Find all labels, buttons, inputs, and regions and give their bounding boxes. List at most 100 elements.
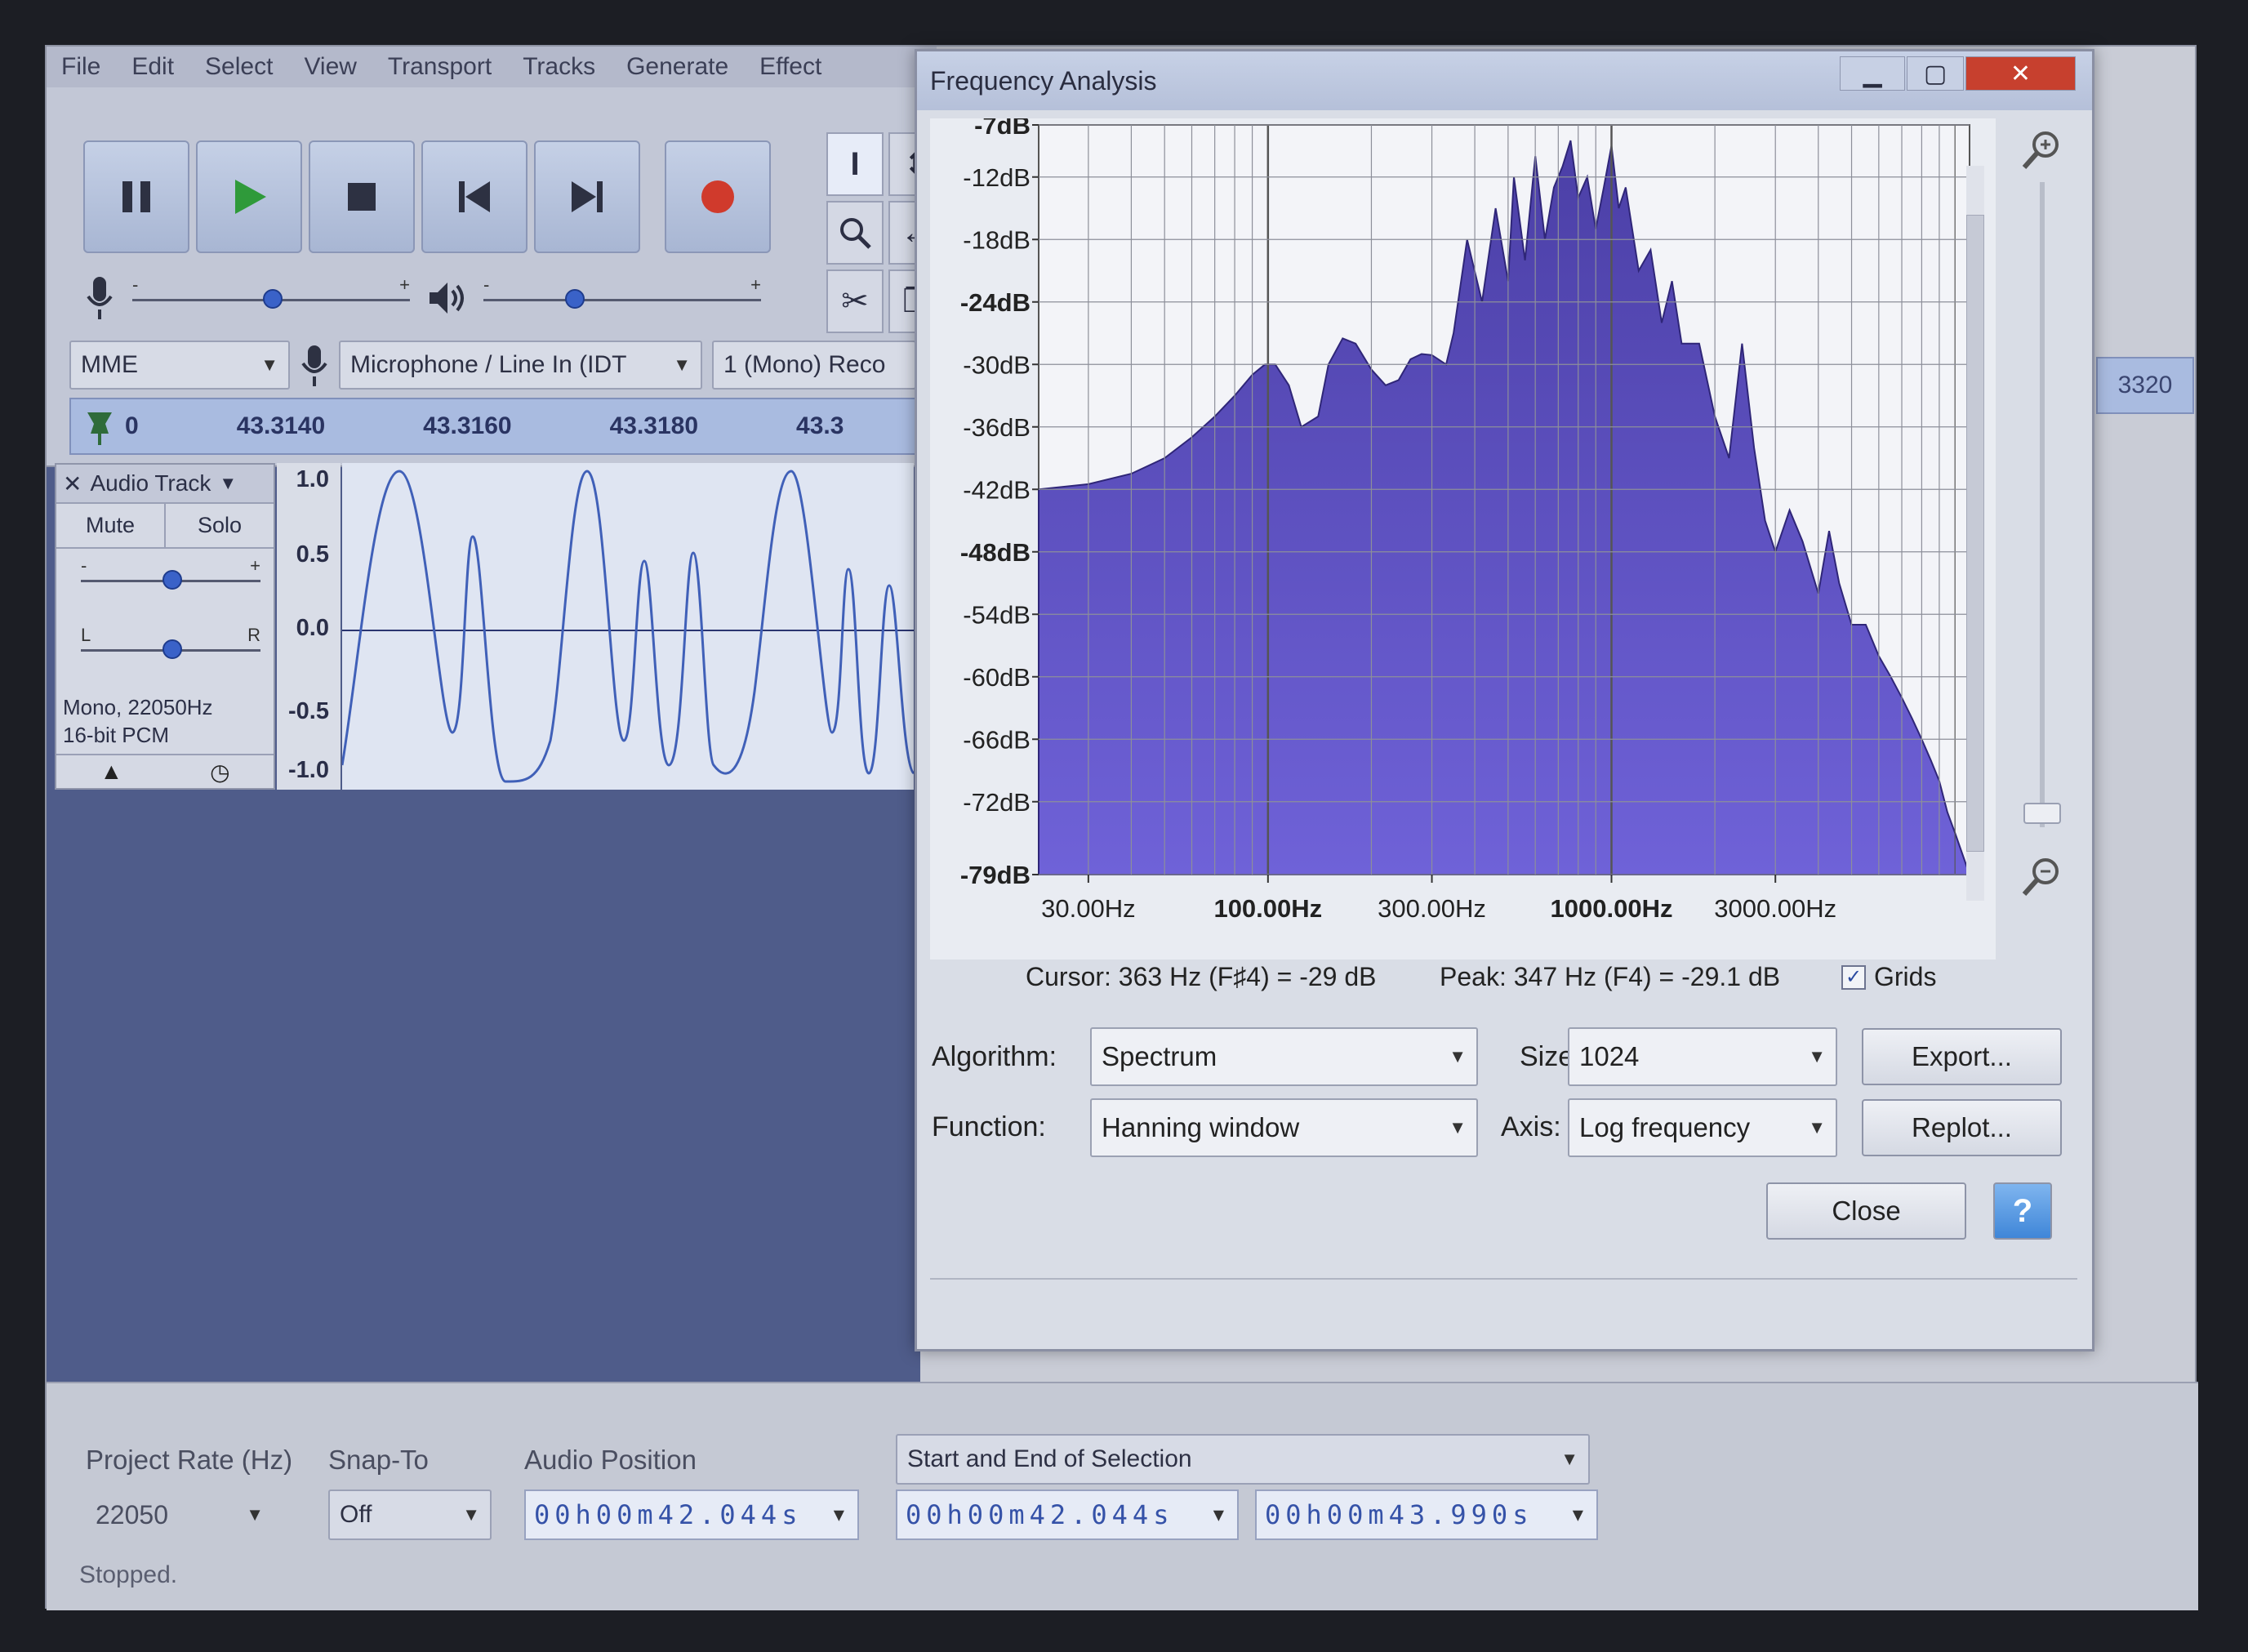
timeline-ruler[interactable]: 0 43.3140 43.3160 43.3180 43.3	[69, 398, 919, 455]
zoom-slider-knob[interactable]	[2023, 803, 2061, 824]
chevron-down-icon: ▼	[673, 354, 691, 375]
microphone-icon	[87, 276, 113, 319]
pan-slider[interactable]: L R	[81, 625, 260, 669]
clock-icon[interactable]: ◷	[210, 759, 229, 786]
algorithm-value: Spectrum	[1102, 1041, 1217, 1071]
input-device-select[interactable]: Microphone / Line In (IDT ▼	[339, 341, 702, 390]
menu-tracks[interactable]: Tracks	[523, 53, 595, 81]
selection-mode-value: Start and End of Selection	[907, 1445, 1192, 1472]
microphone-icon	[301, 345, 327, 386]
replot-button[interactable]: Replot...	[1862, 1099, 2062, 1156]
selection-tool[interactable]: I	[826, 132, 884, 196]
close-button[interactable]: Close	[1766, 1182, 1966, 1240]
menu-edit[interactable]: Edit	[131, 53, 174, 81]
zoom-in-icon[interactable]	[2018, 125, 2067, 174]
selection-start-field[interactable]: 00h00m42.044s ▼	[896, 1489, 1239, 1540]
mute-button[interactable]: Mute	[56, 504, 166, 547]
menu-file[interactable]: File	[61, 53, 100, 81]
record-button[interactable]	[665, 140, 771, 253]
pause-button[interactable]	[83, 140, 189, 253]
skip-end-icon	[572, 181, 603, 212]
slider-knob[interactable]	[565, 288, 585, 309]
track-name-menu[interactable]: Audio Track	[90, 470, 211, 496]
playback-volume-slider[interactable]: - +	[483, 274, 761, 318]
host-select[interactable]: MME ▼	[69, 341, 290, 390]
menu-view[interactable]: View	[304, 53, 356, 81]
audio-position-value: 00h00m42.044s	[534, 1499, 803, 1530]
pan-right: R	[247, 625, 260, 645]
y-tick-label: -66dB	[963, 725, 1031, 754]
waveform-display[interactable]	[341, 463, 915, 790]
recording-volume-slider[interactable]: - +	[132, 274, 410, 318]
skip-to-start-button[interactable]	[421, 140, 528, 253]
grids-checkbox[interactable]: ✓ Grids	[1841, 962, 1936, 992]
stop-button[interactable]	[309, 140, 415, 253]
project-rate-select[interactable]: 22050 ▼	[86, 1489, 274, 1540]
cursor-value: 363 Hz (F♯4) = -29 dB	[1118, 962, 1377, 991]
ruler-tick: 43.3	[796, 412, 844, 439]
export-button[interactable]: Export...	[1862, 1028, 2062, 1085]
menu-transport[interactable]: Transport	[388, 53, 492, 81]
track-control-panel: ✕ Audio Track ▼ Mute Solo - + L R Mono, …	[55, 463, 275, 790]
solo-button[interactable]: Solo	[166, 504, 274, 547]
algorithm-select[interactable]: Spectrum ▼	[1090, 1027, 1478, 1086]
window-function-select[interactable]: Hanning window ▼	[1090, 1098, 1478, 1157]
size-select[interactable]: 1024 ▼	[1568, 1027, 1837, 1086]
audio-position-field[interactable]: 00h00m42.044s ▼	[524, 1489, 859, 1540]
channels-value: 1 (Mono) Reco	[723, 351, 886, 378]
snap-to-select[interactable]: Off ▼	[328, 1489, 492, 1540]
peak-value: 347 Hz (F4) = -29.1 dB	[1513, 962, 1781, 991]
speaker-icon	[430, 282, 464, 314]
x-tick-label: 1000.00Hz	[1551, 894, 1673, 923]
ruler-tick: 43.3180	[609, 412, 699, 439]
vertical-scrollbar[interactable]	[1966, 166, 1984, 901]
close-track-icon[interactable]: ✕	[63, 470, 82, 497]
amplitude-tick: 0.0	[296, 615, 329, 641]
spectrum-chart[interactable]: -7dB -12dB -18dB -24dB -30dB -36dB -42dB -48dB -…	[930, 111, 1996, 960]
zoom-out-icon[interactable]	[2018, 852, 2067, 901]
y-tick-label: -42dB	[963, 475, 1031, 504]
skip-to-end-button[interactable]	[534, 140, 640, 253]
slider-plus: +	[399, 274, 410, 295]
close-window-button[interactable]: ✕	[1965, 56, 2076, 91]
slider-minus: -	[132, 274, 139, 295]
menu-generate[interactable]: Generate	[626, 53, 728, 81]
channels-select[interactable]: 1 (Mono) Reco	[712, 341, 916, 390]
device-toolbar: MME ▼ Microphone / Line In (IDT ▼ 1 (Mono)…	[69, 336, 919, 394]
magnifier-icon	[840, 218, 871, 249]
slider-knob[interactable]	[162, 570, 182, 590]
play-button[interactable]	[196, 140, 302, 253]
slider-knob[interactable]	[162, 639, 182, 659]
y-tick-label: -36dB	[963, 413, 1031, 442]
ruler-tick: 43.3160	[423, 412, 512, 439]
chevron-down-icon: ▼	[246, 1504, 264, 1525]
i-beam-icon: I	[850, 145, 860, 182]
chevron-down-icon: ▼	[1213, 1504, 1229, 1525]
collapse-icon[interactable]: ▲	[100, 759, 122, 785]
maximize-button[interactable]: ▢	[1907, 56, 1964, 91]
chevron-down-icon: ▼	[833, 1504, 849, 1525]
y-tick-label: -72dB	[963, 788, 1031, 817]
zoom-slider-track[interactable]	[2040, 182, 2045, 827]
scrollbar-thumb[interactable]	[1966, 215, 1984, 852]
dialog-titlebar[interactable]: Frequency Analysis ▁ ▢ ✕	[917, 51, 2092, 110]
amplitude-tick: -0.5	[288, 698, 329, 724]
chevron-down-icon: ▼	[1808, 1046, 1826, 1066]
cursor-label: Cursor:	[1026, 962, 1111, 991]
selection-end-field[interactable]: 00h00m43.990s ▼	[1255, 1489, 1598, 1540]
slider-knob[interactable]	[263, 288, 283, 309]
selection-mode-select[interactable]: Start and End of Selection ▼	[896, 1434, 1590, 1485]
menu-effect[interactable]: Effect	[759, 53, 821, 81]
project-rate-label: Project Rate (Hz)	[86, 1445, 293, 1475]
gain-slider[interactable]: - +	[81, 555, 260, 599]
chevron-down-icon: ▼	[260, 354, 278, 375]
axis-select[interactable]: Log frequency ▼	[1568, 1098, 1837, 1157]
help-button[interactable]: ?	[1993, 1182, 2052, 1240]
host-value: MME	[81, 351, 138, 378]
zoom-tool[interactable]	[826, 201, 884, 265]
minimize-button[interactable]: ▁	[1840, 56, 1905, 91]
menu-select[interactable]: Select	[205, 53, 273, 81]
x-tick-label: 30.00Hz	[1041, 894, 1135, 923]
mute-solo-row: Mute Solo	[56, 504, 274, 549]
spectrum-plot-area: -7dB -12dB -18dB -24dB -30dB -36dB -42dB -48dB -…	[930, 111, 1996, 960]
